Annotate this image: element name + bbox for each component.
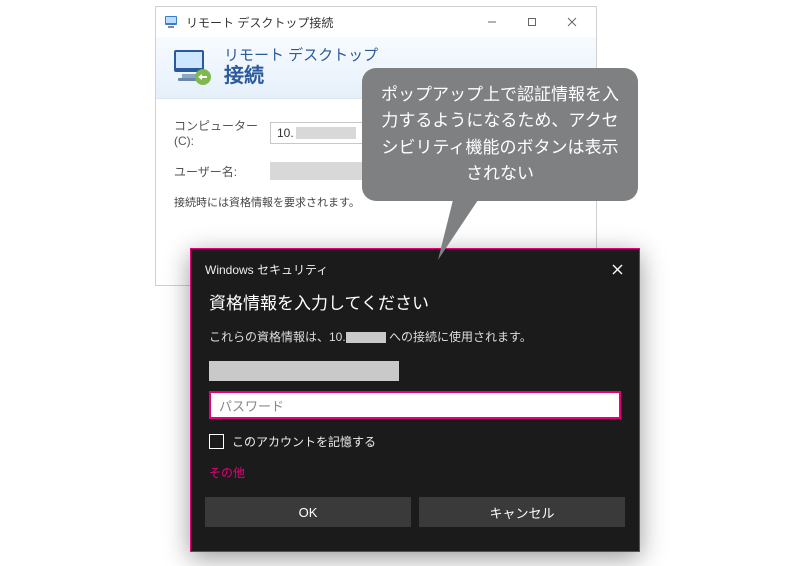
rdc-window-title: リモート デスクトップ接続: [186, 14, 472, 31]
rdc-header-icon: [170, 46, 214, 90]
security-message-prefix: これらの資格情報は、10.: [209, 330, 346, 344]
ok-button[interactable]: OK: [205, 497, 411, 527]
close-icon[interactable]: [605, 257, 629, 281]
username-display-redacted: [209, 361, 399, 381]
user-label: ユーザー名:: [174, 163, 270, 180]
remember-row[interactable]: このアカウントを記憶する: [191, 433, 639, 464]
other-options-link[interactable]: その他: [191, 464, 639, 497]
rdc-header-text: リモート デスクトップ 接続: [224, 48, 378, 87]
rdc-header-line2: 接続: [224, 65, 378, 87]
cancel-button[interactable]: キャンセル: [419, 497, 625, 527]
security-buttons: OK キャンセル: [191, 497, 639, 539]
maximize-button[interactable]: [512, 8, 552, 36]
security-message: これらの資格情報は、10. への接続に使用されます。: [191, 324, 639, 357]
computer-value-redacted: [296, 127, 356, 139]
security-message-suffix: への接続に使用されます。: [389, 330, 532, 344]
security-titlebar: Windows セキュリティ: [191, 249, 639, 285]
minimize-button[interactable]: [472, 8, 512, 36]
computer-value-prefix: 10.: [277, 126, 294, 140]
security-heading: 資格情報を入力してください: [191, 285, 639, 324]
security-message-redacted: [346, 332, 386, 343]
remember-checkbox[interactable]: [209, 434, 224, 449]
password-input[interactable]: パスワード: [209, 391, 621, 419]
rdc-header-line1: リモート デスクトップ: [224, 48, 378, 65]
annotation-callout: ポップアップ上で認証情報を入力するようになるため、アクセシビリティ機能のボタンは…: [362, 68, 638, 201]
security-dialog: Windows セキュリティ 資格情報を入力してください これらの資格情報は、1…: [190, 248, 640, 552]
remember-label: このアカウントを記憶する: [232, 433, 376, 450]
password-placeholder: パスワード: [219, 396, 284, 415]
computer-label: コンピューター(C):: [174, 117, 270, 148]
window-controls: [472, 8, 592, 36]
security-titlebar-text: Windows セキュリティ: [205, 261, 605, 278]
close-button[interactable]: [552, 8, 592, 36]
rdc-titlebar: リモート デスクトップ接続: [156, 7, 596, 37]
rdc-app-icon: [164, 14, 180, 30]
annotation-text: ポップアップ上で認証情報を入力するようになるため、アクセシビリティ機能のボタンは…: [381, 85, 619, 183]
